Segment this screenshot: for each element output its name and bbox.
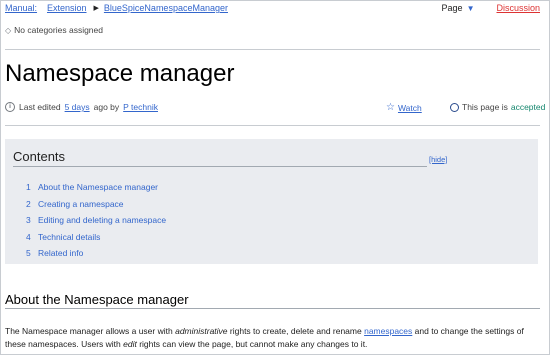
section-paragraph: The Namespace manager allows a user with… xyxy=(5,325,545,351)
toc-item-number[interactable]: 3 xyxy=(26,215,38,225)
toc-item-number[interactable]: 5 xyxy=(26,248,38,258)
last-edited-by: ago by xyxy=(93,102,120,112)
paragraph-text: The Namespace manager allows a user with xyxy=(5,326,176,336)
last-edited-info: i Last edited 5 days ago by P technik xyxy=(5,102,158,112)
paragraph-text: rights can view the page, but cannot mak… xyxy=(136,339,368,349)
breadcrumb-bluespice-namespace-manager[interactable]: BlueSpiceNamespaceManager xyxy=(104,3,228,13)
toc-hide-link[interactable]: [hide] xyxy=(429,155,447,164)
page-status-prefix: This page is xyxy=(462,102,508,112)
categories-bar: ◇ No categories assigned xyxy=(5,25,103,35)
tag-icon: ◇ xyxy=(5,25,12,35)
toc-item-label[interactable]: Technical details xyxy=(38,232,100,242)
paragraph-emphasis: edit xyxy=(123,339,137,349)
page-menu-label[interactable]: Page xyxy=(442,3,463,13)
chevron-down-icon[interactable]: ▼ xyxy=(467,4,475,13)
toc-item-label[interactable]: About the Namespace manager xyxy=(38,182,158,192)
watch-button[interactable]: ☆ Watch xyxy=(386,102,422,113)
page-title: Namespace manager xyxy=(5,60,235,87)
categories-text: No categories assigned xyxy=(14,25,103,35)
page-actions: Page ▼ Discussion xyxy=(442,1,540,15)
breadcrumb: Manual: Extension ▶ BlueSpiceNamespaceMa… xyxy=(5,1,228,15)
triangle-right-icon: ▶ xyxy=(93,5,99,12)
toc-title: Contents xyxy=(13,149,66,164)
toc-item-label[interactable]: Related info xyxy=(38,248,83,258)
toc-item[interactable]: 3 Editing and deleting a namespace xyxy=(26,212,166,229)
last-edited-time-link[interactable]: 5 days xyxy=(65,102,90,112)
paragraph-text: rights to create, delete and rename xyxy=(227,326,365,336)
star-icon[interactable]: ☆ xyxy=(386,102,395,113)
breadcrumb-separator xyxy=(41,5,43,12)
breadcrumb-extension[interactable]: Extension xyxy=(47,3,87,13)
paragraph-emphasis: administrative xyxy=(175,326,228,336)
divider xyxy=(5,125,540,126)
toc-list: 1 About the Namespace manager 2 Creating… xyxy=(26,179,166,262)
last-edited-prefix: Last edited xyxy=(19,102,61,112)
toc-item[interactable]: 2 Creating a namespace xyxy=(26,196,166,213)
toc-item-number[interactable]: 1 xyxy=(26,182,38,192)
toc-divider xyxy=(13,166,427,167)
toc-item-number[interactable]: 2 xyxy=(26,199,38,209)
info-icon: i xyxy=(5,102,15,112)
toc-item-number[interactable]: 4 xyxy=(26,232,38,242)
toc-item-label[interactable]: Editing and deleting a namespace xyxy=(38,215,166,225)
watch-label[interactable]: Watch xyxy=(398,103,422,113)
toc-item[interactable]: 4 Technical details xyxy=(26,229,166,246)
divider xyxy=(5,49,540,50)
section-heading: About the Namespace manager xyxy=(5,292,189,307)
last-edited-user-link[interactable]: P technik xyxy=(123,102,158,112)
namespaces-link[interactable]: namespaces xyxy=(364,326,412,336)
page-status-accepted: accepted xyxy=(510,102,546,112)
status-circle-icon xyxy=(450,102,459,112)
breadcrumb-manual[interactable]: Manual: xyxy=(5,3,37,13)
table-of-contents: Contents [hide] 1 About the Namespace ma… xyxy=(5,139,538,264)
discussion-link[interactable]: Discussion xyxy=(496,3,540,13)
toc-item[interactable]: 1 About the Namespace manager xyxy=(26,179,166,196)
page-status: This page is accepted xyxy=(450,102,545,112)
toc-item-label[interactable]: Creating a namespace xyxy=(38,199,124,209)
section-divider xyxy=(5,308,540,309)
toc-item[interactable]: 5 Related info xyxy=(26,245,166,262)
